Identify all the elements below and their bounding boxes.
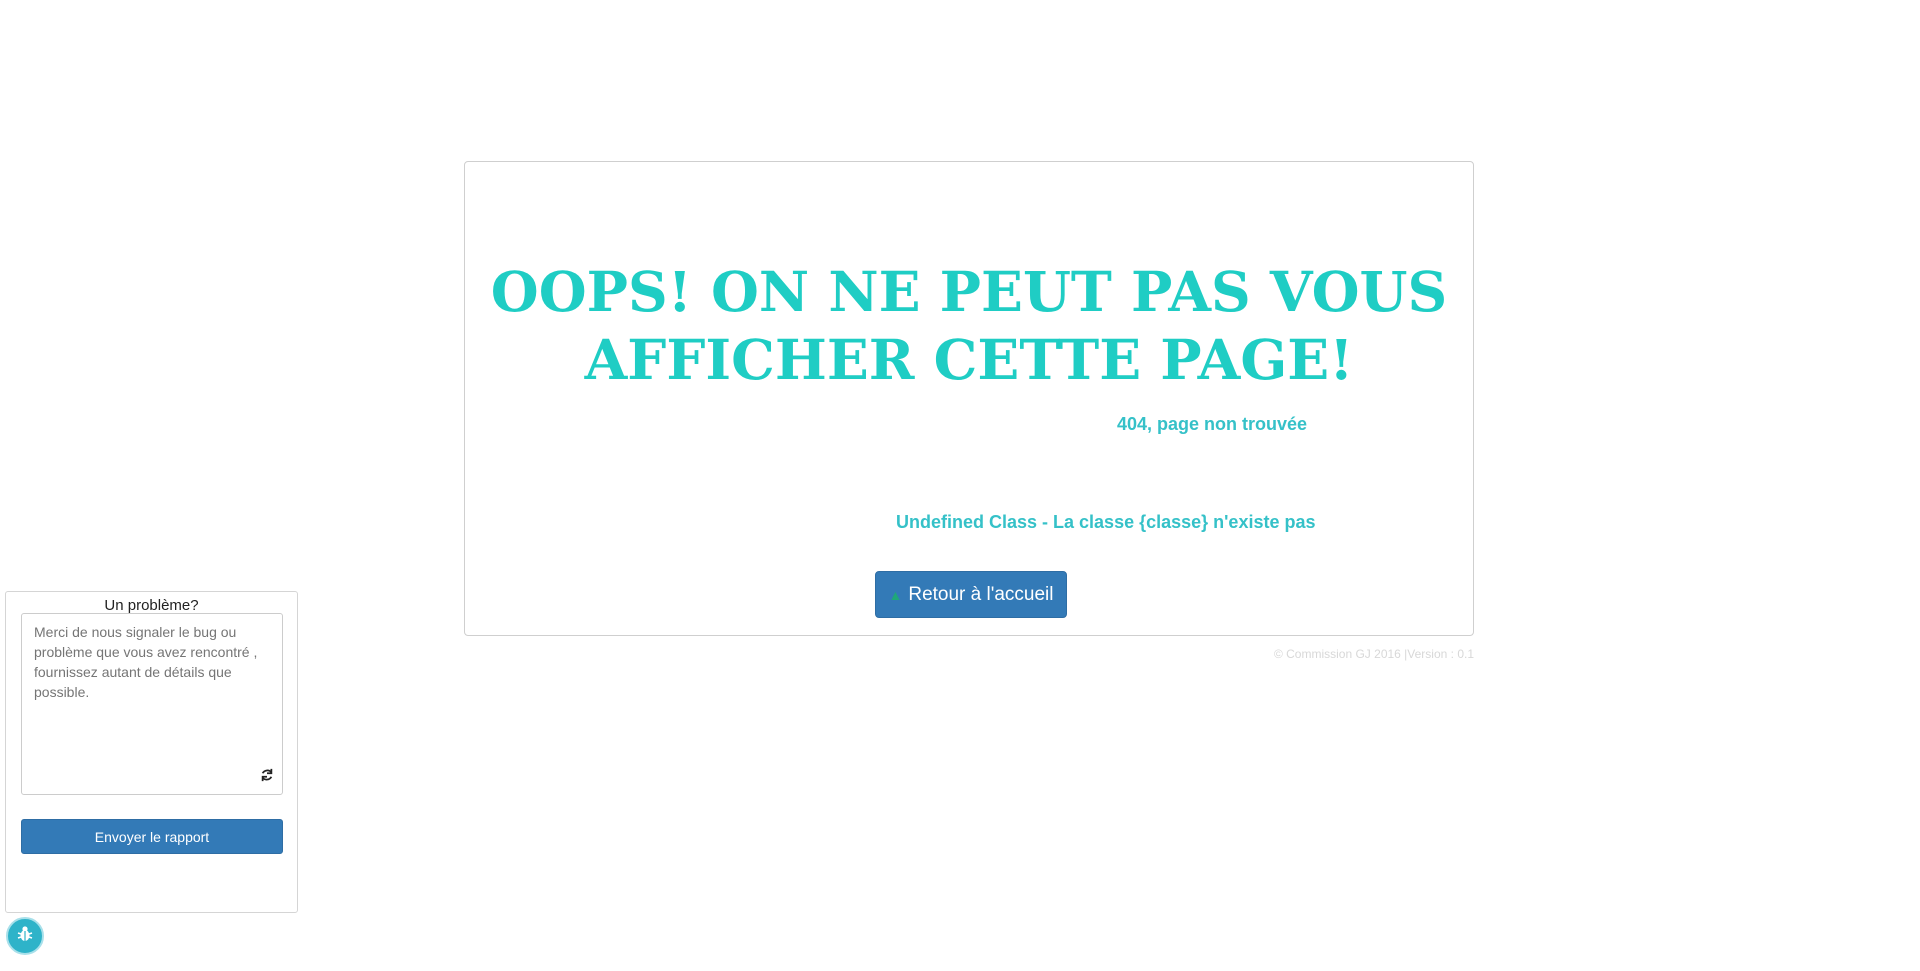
page: OOPS! ON NE PEUT PAS VOUS AFFICHER CETTE… — [0, 0, 1920, 971]
error-detail: Undefined Class - La classe {classe} n'e… — [896, 512, 1316, 532]
error-title: OOPS! ON NE PEUT PAS VOUS AFFICHER CETTE… — [490, 259, 1448, 392]
send-report-button[interactable]: Envoyer le rapport — [21, 819, 283, 854]
home-button-label: Retour à l'accueil — [908, 583, 1054, 605]
report-title: Un problème? — [104, 597, 199, 614]
bug-icon — [15, 924, 35, 949]
home-button[interactable]: ▲ Retour à l'accueil — [875, 571, 1067, 618]
bug-report-panel: Un problème? Envoyer le rapport — [5, 591, 298, 913]
home-icon: ▲ — [888, 586, 903, 603]
error-code: 404, page non trouvée — [1117, 414, 1308, 434]
bug-report-toggle[interactable] — [6, 917, 44, 955]
refresh-icon[interactable] — [259, 768, 275, 784]
error-card: OOPS! ON NE PEUT PAS VOUS AFFICHER CETTE… — [464, 161, 1474, 636]
footer-copyright: © Commission GJ 2016 |Version : 0.1 — [1273, 647, 1474, 661]
report-textarea[interactable] — [21, 613, 283, 795]
